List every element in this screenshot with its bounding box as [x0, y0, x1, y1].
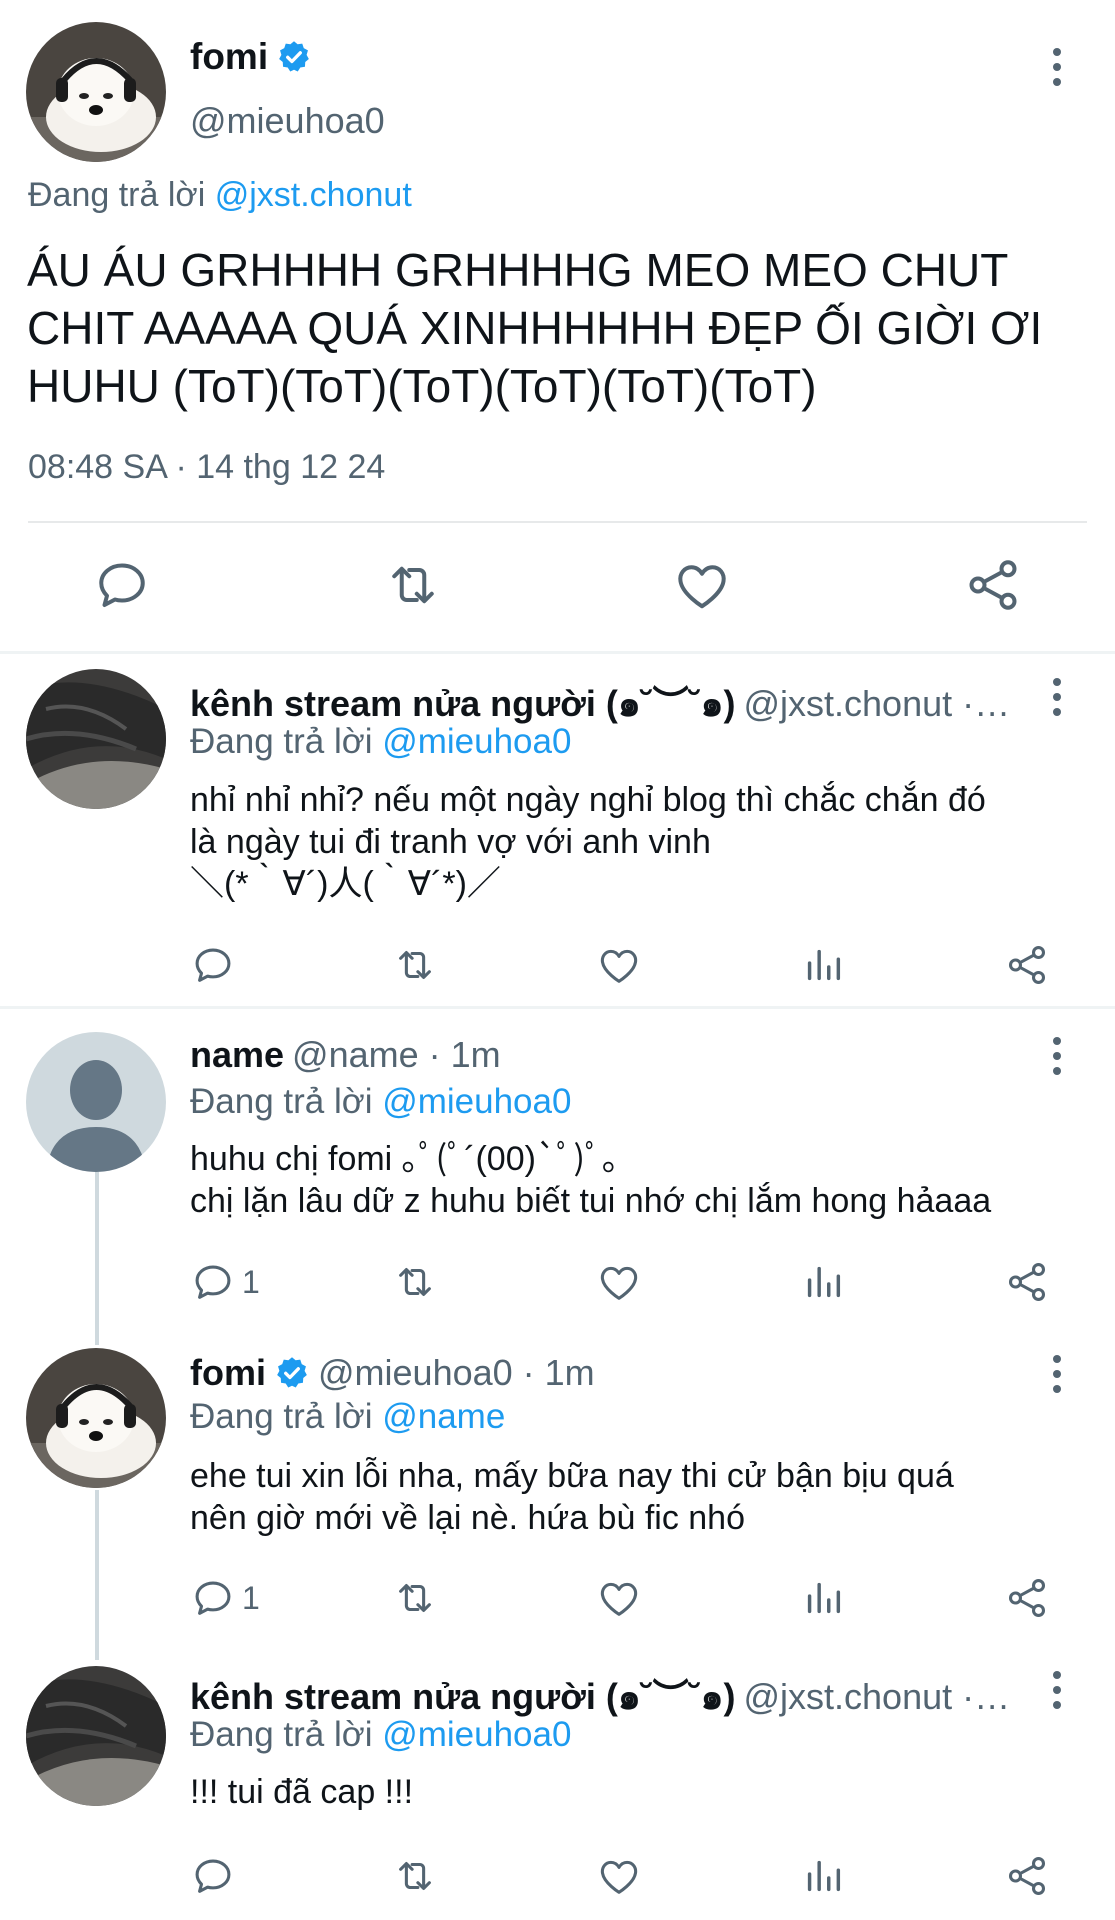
replying-to-label: Đang trả lời	[28, 176, 206, 214]
like-icon[interactable]	[596, 939, 642, 991]
reply-tweet[interactable]: kênh stream nửa người (๑˘︶˘๑) @jxst.chon…	[0, 655, 1115, 1005]
avatar[interactable]	[26, 1666, 166, 1806]
dog-avatar-image	[26, 22, 166, 162]
replying-to: Đang trả lời @mieuhoa0	[190, 1082, 571, 1122]
retweet-icon[interactable]	[392, 1850, 438, 1902]
handle-time[interactable]: @mieuhoa0 · 1m	[318, 1352, 595, 1394]
more-options-icon[interactable]	[1037, 1034, 1077, 1078]
retweet-icon[interactable]	[392, 1256, 438, 1308]
retweet-icon[interactable]	[392, 939, 438, 991]
reply-count: 1	[242, 1263, 260, 1300]
stats-icon[interactable]	[800, 1572, 846, 1624]
tweet-actions	[0, 545, 1115, 625]
reply-icon[interactable]: 1	[190, 1256, 260, 1308]
replying-to: Đang trả lời @mieuhoa0	[190, 722, 571, 762]
replying-to-mention[interactable]: @jxst.chonut	[215, 176, 412, 214]
more-options-icon[interactable]	[1037, 45, 1077, 89]
replying-to: Đang trả lời @jxst.chonut	[28, 176, 412, 215]
reply-count: 1	[242, 1579, 260, 1616]
like-icon[interactable]	[596, 1256, 642, 1308]
reply-header: fomi @mieuhoa0 · 1m	[190, 1352, 1020, 1394]
reply-tweet[interactable]: fomi @mieuhoa0 · 1m Đang trả lời @name e…	[0, 1330, 1115, 1648]
stats-icon[interactable]	[800, 1850, 846, 1902]
reply-tweet[interactable]: name @name · 1m Đang trả lời @mieuhoa0 h…	[0, 1010, 1115, 1328]
tweet-timestamp[interactable]: 08:48 SA · 14 thg 12 24	[28, 448, 385, 487]
reply-icon[interactable]: 1	[190, 1572, 260, 1624]
user-handle[interactable]: @mieuhoa0	[190, 100, 385, 142]
reply-actions: 1	[0, 1572, 1115, 1624]
avatar[interactable]	[26, 1348, 166, 1488]
like-icon[interactable]	[596, 1572, 642, 1624]
tweet-text: ÁU ÁU GRHHHH GRHHHHG MEO MEO CHUT CHIT A…	[27, 244, 1043, 412]
replying-to-mention[interactable]: @mieuhoa0	[382, 1082, 571, 1121]
more-options-icon[interactable]	[1037, 1668, 1077, 1712]
handle-time[interactable]: @jxst.chonut · …	[743, 1676, 1020, 1718]
share-icon[interactable]	[963, 555, 1023, 615]
author-row: fomi	[190, 36, 312, 78]
share-icon[interactable]	[1004, 1850, 1050, 1902]
reply-icon[interactable]	[190, 939, 242, 991]
replying-to-label: Đang trả lời	[190, 1082, 373, 1121]
handle-time[interactable]: @name · 1m	[292, 1034, 501, 1076]
share-icon[interactable]	[1004, 1256, 1050, 1308]
display-name[interactable]: name	[190, 1034, 284, 1076]
more-options-icon[interactable]	[1037, 675, 1077, 719]
replying-to: Đang trả lời @mieuhoa0	[190, 1715, 571, 1755]
default-avatar-image	[26, 1032, 166, 1172]
reply-text: !!! tui đã cap !!!	[190, 1773, 414, 1811]
reply-actions: 1	[0, 1256, 1115, 1308]
stats-icon[interactable]	[800, 1256, 846, 1308]
avatar[interactable]	[26, 22, 166, 162]
retweet-icon[interactable]	[383, 555, 443, 615]
reply-header: name @name · 1m	[190, 1034, 1020, 1076]
like-icon[interactable]	[596, 1850, 642, 1902]
reply-text: nhỉ nhỉ nhỉ? nếu một ngày nghỉ blog thì …	[190, 781, 986, 903]
verified-badge-icon	[276, 39, 312, 75]
handle-time[interactable]: @jxst.chonut · …	[743, 683, 1020, 725]
like-icon[interactable]	[672, 555, 732, 615]
couch-avatar-image	[26, 1666, 166, 1806]
share-icon[interactable]	[1004, 939, 1050, 991]
replying-to-mention[interactable]: @mieuhoa0	[382, 1715, 571, 1754]
replying-to: Đang trả lời @name	[190, 1397, 505, 1437]
more-options-icon[interactable]	[1037, 1352, 1077, 1396]
replying-to-mention[interactable]: @name	[382, 1397, 505, 1436]
reply-actions	[0, 1850, 1115, 1902]
couch-avatar-image	[26, 669, 166, 809]
replying-to-label: Đang trả lời	[190, 1397, 373, 1436]
section-divider	[0, 651, 1115, 654]
reply-icon[interactable]	[190, 1850, 242, 1902]
reply-icon[interactable]	[92, 555, 152, 615]
main-tweet: fomi @mieuhoa0 Đang trả lời @jxst.chonut…	[0, 0, 1115, 653]
display-name[interactable]: fomi	[190, 1352, 266, 1394]
dog-avatar-image	[26, 1348, 166, 1488]
reply-actions	[0, 939, 1115, 991]
divider	[28, 521, 1087, 523]
display-name[interactable]: fomi	[190, 36, 268, 78]
avatar[interactable]	[26, 1032, 166, 1172]
reply-text: huhu chị fomi ｡ﾟ(ﾟ´(00)`ﾟ)ﾟ｡ chị lặn lâu…	[190, 1140, 992, 1220]
reply-text: ehe tui xin lỗi nha, mấy bữa nay thi cử …	[190, 1457, 954, 1537]
share-icon[interactable]	[1004, 1572, 1050, 1624]
stats-icon[interactable]	[800, 939, 846, 991]
replying-to-label: Đang trả lời	[190, 1715, 373, 1754]
replying-to-label: Đang trả lời	[190, 722, 373, 761]
replying-to-mention[interactable]: @mieuhoa0	[382, 722, 571, 761]
retweet-icon[interactable]	[392, 1572, 438, 1624]
avatar[interactable]	[26, 669, 166, 809]
reply-tweet[interactable]: kênh stream nửa người (๑˘︶˘๑) @jxst.chon…	[0, 1650, 1115, 1920]
section-divider	[0, 1006, 1115, 1009]
verified-badge-icon	[274, 1355, 310, 1391]
